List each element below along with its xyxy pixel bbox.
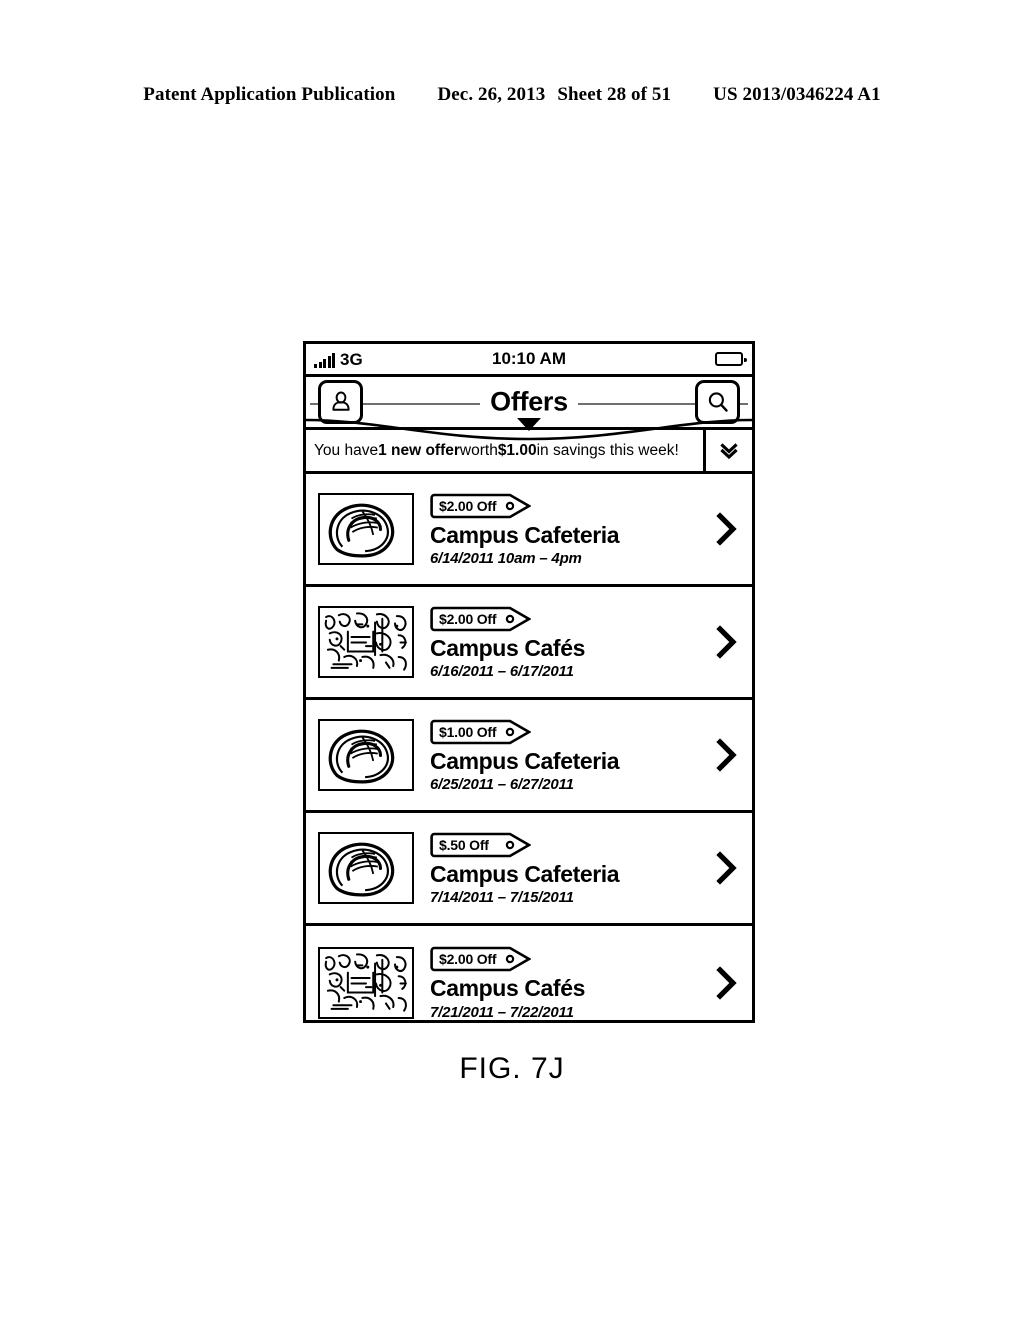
offer-thumbnail: [318, 719, 414, 791]
banner-text-suffix: in savings this week!: [536, 441, 679, 459]
offers-banner[interactable]: You have 1 new offer worth $1.00 in savi…: [306, 418, 752, 474]
patent-publication-label: Patent Application Publication: [143, 84, 396, 105]
latte-art-icon: [328, 503, 395, 558]
phone-device-frame: 3G 10:10 AM Offers You have 1 new offer …: [303, 341, 755, 1023]
cafe-sketch-icon: [324, 612, 407, 671]
discount-badge: $2.00 Off: [430, 946, 531, 972]
clock-label: 10:10 AM: [491, 349, 566, 368]
offers-list: $2.00 Off Campus Cafeteria 6/14/2011 10a…: [306, 474, 752, 1020]
offer-thumbnail: [318, 493, 414, 565]
offer-details: $2.00 Off Campus Cafés 7/21/2011 – 7/22/…: [430, 944, 706, 1020]
offer-thumbnail: [318, 946, 414, 1019]
offer-details: $2.00 Off Campus Cafés 6/16/2011 – 6/17/…: [430, 604, 706, 680]
merchant-name: Campus Cafeteria: [430, 521, 620, 548]
discount-label: $1.00 Off: [439, 723, 497, 740]
discount-label: $2.00 Off: [439, 610, 497, 627]
offer-details: $2.00 Off Campus Cafeteria 6/14/2011 10a…: [430, 491, 706, 567]
figure-caption: FIG. 7J: [459, 1052, 565, 1085]
status-bar: 3G 10:10 AM: [306, 344, 752, 377]
banner-text-middle: worth: [459, 441, 498, 459]
discount-badge: $2.00 Off: [430, 493, 531, 519]
chevron-right-icon: [716, 965, 737, 1000]
merchant-name: Campus Cafeteria: [430, 860, 620, 887]
offer-disclosure-button[interactable]: [706, 738, 746, 772]
patent-sheet-label: Sheet 28 of 51: [557, 84, 672, 105]
offer-dates: 7/21/2011 – 7/22/2011: [430, 1003, 574, 1021]
banner-text-prefix: You have: [314, 441, 379, 459]
merchant-name: Campus Cafés: [430, 634, 585, 661]
merchant-name: Campus Cafés: [430, 975, 585, 1002]
offer-disclosure-button[interactable]: [706, 512, 746, 546]
drape-triangle-icon: [517, 418, 541, 431]
offer-details: $.50 Off Campus Cafeteria 7/14/2011 – 7/…: [430, 830, 706, 906]
offer-row[interactable]: $2.00 Off Campus Cafeteria 6/14/2011 10a…: [306, 474, 752, 587]
offer-disclosure-button[interactable]: [706, 851, 746, 885]
patent-date-label: Dec. 26, 2013: [437, 84, 546, 105]
offer-disclosure-button[interactable]: [706, 625, 746, 659]
chevron-right-icon: [716, 625, 737, 659]
discount-badge: $2.00 Off: [430, 606, 531, 632]
magnifier-icon: [708, 392, 728, 412]
discount-label: $2.00 Off: [439, 951, 497, 968]
latte-art-icon: [328, 729, 395, 784]
offer-thumbnail: [318, 606, 414, 678]
banner-expand-button[interactable]: [703, 430, 752, 471]
discount-badge: $1.00 Off: [430, 719, 531, 745]
banner-message: You have 1 new offer worth $1.00 in savi…: [306, 430, 703, 471]
patent-number-label: US 2013/0346224 A1: [713, 84, 881, 105]
offer-dates: 7/14/2011 – 7/15/2011: [430, 889, 574, 907]
offer-dates: 6/16/2011 – 6/17/2011: [430, 663, 574, 681]
page-title-text: Offers: [480, 386, 578, 417]
discount-badge: $.50 Off: [430, 832, 531, 858]
offer-row[interactable]: $2.00 Off Campus Cafés 6/16/2011 – 6/17/…: [306, 587, 752, 700]
battery-icon: [715, 352, 747, 366]
offer-row[interactable]: $2.00 Off Campus Cafés 7/21/2011 – 7/22/…: [306, 926, 752, 1020]
offer-row[interactable]: $1.00 Off Campus Cafeteria 6/25/2011 – 6…: [306, 700, 752, 813]
banner-highlight-offer: 1 new offer: [378, 441, 460, 459]
cafe-sketch-icon: [324, 952, 407, 1012]
page-title: Offers: [306, 386, 752, 418]
latte-art-icon: [328, 842, 395, 897]
chevron-right-icon: [716, 851, 737, 885]
offer-disclosure-button[interactable]: [706, 965, 746, 1000]
chevron-right-icon: [716, 512, 737, 546]
offer-thumbnail: [318, 832, 414, 904]
merchant-name: Campus Cafeteria: [430, 747, 620, 774]
chevron-right-icon: [716, 738, 737, 772]
offer-details: $1.00 Off Campus Cafeteria 6/25/2011 – 6…: [430, 717, 706, 793]
banner-highlight-amount: $1.00: [497, 441, 537, 459]
discount-label: $2.00 Off: [439, 497, 497, 514]
offer-dates: 6/14/2011 10am – 4pm: [430, 550, 582, 568]
patent-header: Patent Application Publication Dec. 26, …: [0, 84, 1024, 106]
offer-row[interactable]: $.50 Off Campus Cafeteria 7/14/2011 – 7/…: [306, 813, 752, 926]
double-chevron-down-icon: [720, 442, 738, 459]
offer-dates: 6/25/2011 – 6/27/2011: [430, 776, 574, 794]
discount-label: $.50 Off: [439, 836, 489, 853]
search-button[interactable]: [695, 380, 740, 424]
